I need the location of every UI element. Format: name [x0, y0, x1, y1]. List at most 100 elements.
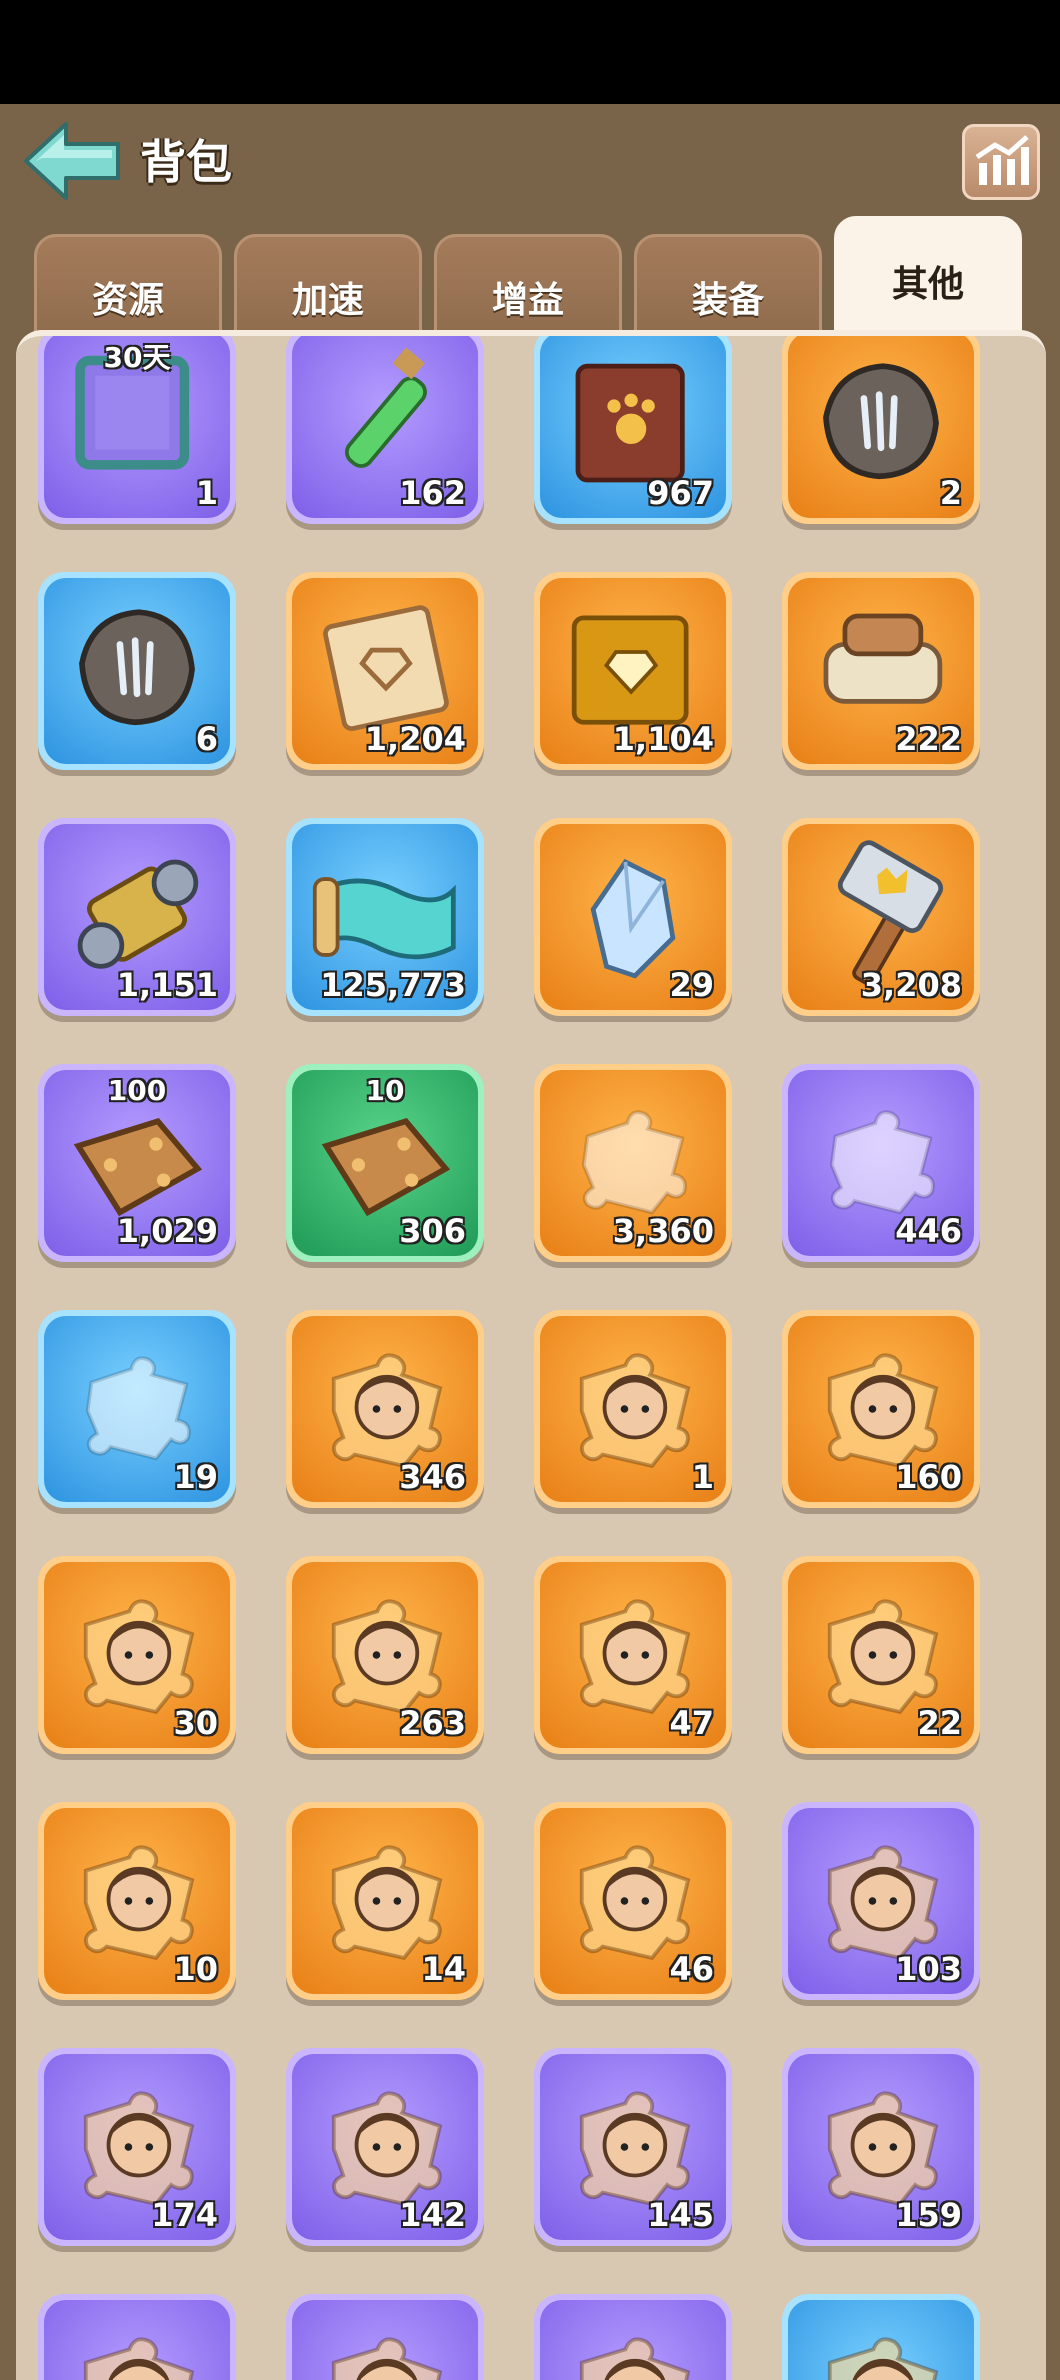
item-count: 174	[151, 2196, 218, 2234]
item-slot-background	[292, 2300, 478, 2380]
item-count: 160	[895, 1458, 962, 1496]
item-slot-background: 967	[540, 336, 726, 518]
item-slot-background: 222	[788, 578, 974, 764]
item-top-label: 30天	[103, 341, 171, 374]
item-slot-background: 10 306	[292, 1070, 478, 1256]
item-count: 967	[647, 474, 714, 512]
item-slot-background: 125,773	[292, 824, 478, 1010]
item-hero-shard-4[interactable]: 30	[38, 1556, 236, 1754]
item-count: 14	[421, 1950, 466, 1988]
back-arrow-icon[interactable]	[22, 118, 126, 204]
item-puzzle-orange[interactable]: 3,360	[534, 1064, 732, 1262]
item-slot-background	[44, 2300, 230, 2380]
item-hero-shard-8[interactable]: 10	[38, 1802, 236, 2000]
item-hero-shard-5[interactable]: 263	[286, 1556, 484, 1754]
item-slot-background: 46	[540, 1808, 726, 1994]
item-count: 22	[917, 1704, 962, 1742]
tab-bar: 资源 加速 增益 装备 其他	[0, 216, 1060, 350]
item-green-potion[interactable]: 162	[286, 336, 484, 524]
item-slot-background: 1,104	[540, 578, 726, 764]
item-top-label: 100	[107, 1074, 167, 1107]
item-bronze-plate-100[interactable]: 100 1,029	[38, 1064, 236, 1262]
item-hero-shard-15[interactable]: 159	[782, 2048, 980, 2246]
item-slot-background: 160	[788, 1316, 974, 1502]
item-slot-background: 6	[44, 578, 230, 764]
hero-shard-icon	[331, 2337, 443, 2380]
hero-shard-icon	[827, 2337, 939, 2380]
item-puzzle-blue[interactable]: 19	[38, 1310, 236, 1508]
item-hero-shard-10[interactable]: 46	[534, 1802, 732, 2000]
item-slot-background: 29	[540, 824, 726, 1010]
item-slot-background: 174	[44, 2054, 230, 2240]
item-count: 263	[399, 1704, 466, 1742]
item-cloth-roll[interactable]: 125,773	[286, 818, 484, 1016]
item-diamond-scroll[interactable]: 1,204	[286, 572, 484, 770]
item-count: 306	[399, 1212, 466, 1250]
item-slot-background	[788, 2300, 974, 2380]
item-count: 159	[895, 2196, 962, 2234]
item-claw-stone-blue[interactable]: 6	[38, 572, 236, 770]
hero-shard-icon	[579, 2337, 691, 2380]
item-slot-background: 47	[540, 1562, 726, 1748]
item-hero-shard-1[interactable]: 346	[286, 1310, 484, 1508]
item-count: 29	[669, 966, 714, 1004]
item-paw-book[interactable]: 967	[534, 336, 732, 524]
item-hero-shard-12[interactable]: 174	[38, 2048, 236, 2246]
bar-chart-icon	[975, 135, 1029, 185]
item-puzzle-purple[interactable]: 446	[782, 1064, 980, 1262]
item-crystal[interactable]: 29	[534, 818, 732, 1016]
item-hero-shard-7[interactable]: 22	[782, 1556, 980, 1754]
item-hero-shard-14[interactable]: 145	[534, 2048, 732, 2246]
item-slot-background: 1,204	[292, 578, 478, 764]
item-count: 30	[173, 1704, 218, 1742]
item-count: 1,104	[612, 720, 714, 758]
stats-button[interactable]	[962, 124, 1040, 200]
item-slot-background: 3,360	[540, 1070, 726, 1256]
item-hero-shard-6[interactable]: 47	[534, 1556, 732, 1754]
item-count: 446	[895, 1212, 962, 1250]
item-slot-background: 346	[292, 1316, 478, 1502]
inventory-panel: 30天 1 162 967 2 6 1,204 1,104 222 1,151 125,773 29 3…	[16, 330, 1046, 2380]
item-claw-stone-orange[interactable]: 2	[782, 336, 980, 524]
item-top-label: 10	[365, 1074, 405, 1107]
item-count: 1,029	[116, 1212, 218, 1250]
item-count: 46	[669, 1950, 714, 1988]
item-avatar-frame[interactable]: 30天 1	[38, 336, 236, 524]
item-hero-shard-11[interactable]: 103	[782, 1802, 980, 2000]
item-slot-background: 14	[292, 1808, 478, 1994]
item-slot-background: 162	[292, 336, 478, 518]
item-hero-shard-3[interactable]: 160	[782, 1310, 980, 1508]
item-thread-spool[interactable]: 1,151	[38, 818, 236, 1016]
item-count: 162	[399, 474, 466, 512]
item-count: 346	[399, 1458, 466, 1496]
item-slot-background: 19	[44, 1316, 230, 1502]
item-partial-item-3[interactable]	[534, 2294, 732, 2380]
item-partial-item-4[interactable]	[782, 2294, 980, 2380]
item-slot-background: 145	[540, 2054, 726, 2240]
item-slot-background: 3,208	[788, 824, 974, 1010]
item-count: 10	[173, 1950, 218, 1988]
item-slot-background: 22	[788, 1562, 974, 1748]
hero-shard-icon	[83, 2337, 195, 2380]
item-count: 6	[195, 720, 218, 758]
item-hero-shard-2[interactable]: 1	[534, 1310, 732, 1508]
item-partial-item-1[interactable]	[38, 2294, 236, 2380]
item-count: 142	[399, 2196, 466, 2234]
item-partial-item-2[interactable]	[286, 2294, 484, 2380]
item-slot-background: 2	[788, 336, 974, 518]
page-title: 背包	[140, 135, 232, 189]
item-slot-background	[540, 2300, 726, 2380]
item-hero-shard-13[interactable]: 142	[286, 2048, 484, 2246]
item-count: 1,204	[364, 720, 466, 758]
item-slot-background: 263	[292, 1562, 478, 1748]
item-count: 222	[895, 720, 962, 758]
item-blueprint-scroll[interactable]: 222	[782, 572, 980, 770]
item-crown-hammer[interactable]: 3,208	[782, 818, 980, 1016]
item-hero-shard-9[interactable]: 14	[286, 1802, 484, 2000]
item-slot-background: 103	[788, 1808, 974, 1994]
item-count: 1	[195, 474, 218, 512]
item-bronze-plate-10[interactable]: 10 306	[286, 1064, 484, 1262]
item-slot-background: 1,151	[44, 824, 230, 1010]
item-diamond-book[interactable]: 1,104	[534, 572, 732, 770]
status-bar	[0, 0, 1060, 104]
